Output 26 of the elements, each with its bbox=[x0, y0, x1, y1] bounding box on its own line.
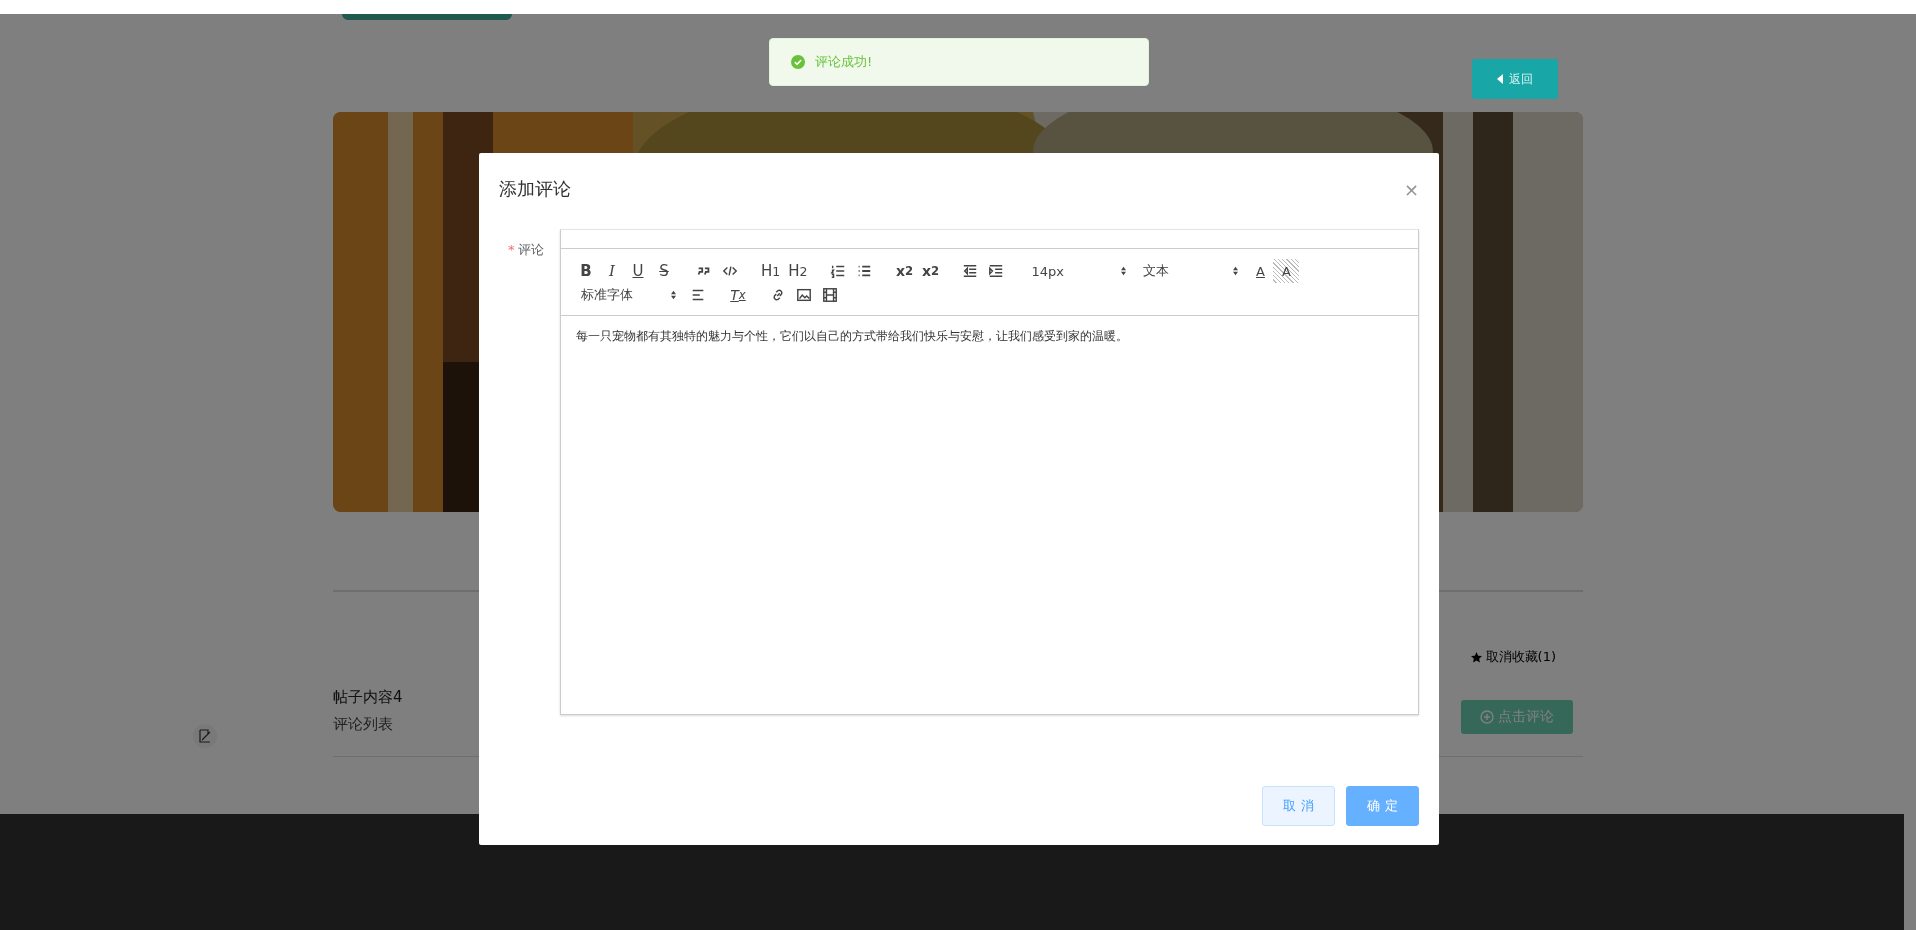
required-mark: * bbox=[508, 242, 515, 257]
comment-list-heading: 评论列表 bbox=[333, 715, 394, 734]
background-button[interactable]: A bbox=[1273, 259, 1300, 283]
italic-button[interactable]: I bbox=[599, 259, 625, 283]
dialog-title: 添加评论 bbox=[499, 177, 571, 201]
up-down-arrow-icon bbox=[1120, 266, 1128, 276]
toast-message: 评论成功! bbox=[815, 53, 873, 71]
format-picker[interactable]: 文本 bbox=[1135, 259, 1248, 283]
underline-button[interactable]: U bbox=[625, 259, 651, 283]
favorite-count-label: 取消收藏(1) bbox=[1485, 648, 1556, 666]
unfavorite-link[interactable]: 取消收藏(1) bbox=[1470, 648, 1556, 666]
comment-label: 评论 bbox=[517, 242, 544, 257]
check-circle-icon bbox=[791, 55, 805, 69]
post-title: 帖子内容4 bbox=[333, 688, 403, 707]
plus-circle-icon bbox=[1480, 710, 1494, 724]
comment-text: 每一只宠物都有其独特的魅力与个性，它们以自己的方式带给我们快乐与安慰，让我们感受到家的温暖。 bbox=[576, 328, 1129, 345]
caret-left-icon bbox=[1497, 74, 1503, 84]
up-down-arrow-icon bbox=[1232, 266, 1240, 276]
star-icon bbox=[1470, 651, 1482, 663]
up-down-arrow-icon bbox=[670, 290, 677, 300]
strike-button[interactable]: S bbox=[651, 259, 677, 283]
format-picker[interactable]: 14px bbox=[1023, 259, 1136, 283]
bold-button[interactable]: B bbox=[573, 259, 599, 283]
format-picker[interactable]: 标准字体 bbox=[573, 283, 685, 307]
color-button[interactable]: A bbox=[1247, 259, 1274, 283]
edit-icon[interactable] bbox=[193, 724, 217, 748]
